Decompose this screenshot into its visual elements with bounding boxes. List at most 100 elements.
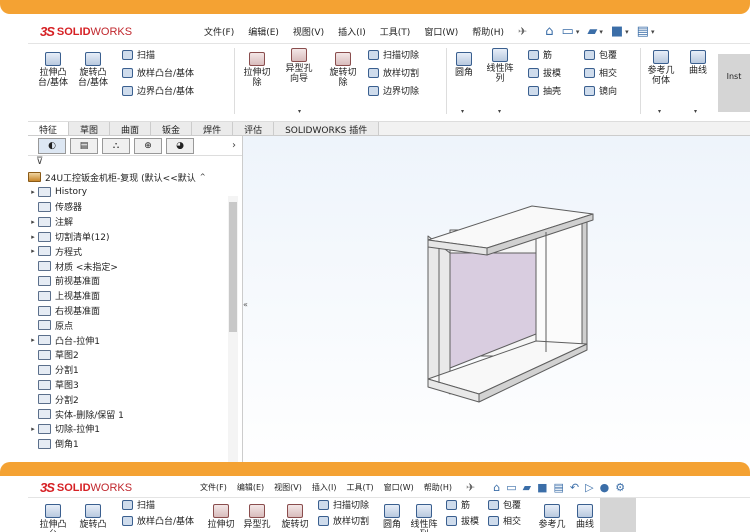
print-icon[interactable]: ▤ (637, 24, 649, 39)
tree-scrollbar[interactable] (228, 196, 238, 471)
new-document-icon[interactable]: ▭ (562, 24, 574, 39)
lofted-cut-button[interactable]: 放样切割 (368, 66, 419, 79)
instant3d-button[interactable]: Inst (718, 54, 750, 112)
revolve-boss-button[interactable]: 旋转凸台/基体 (76, 52, 110, 88)
chevron-down-icon[interactable]: ▾ (599, 28, 603, 36)
tree-item[interactable]: 右视基准面 (28, 303, 242, 318)
graphics-viewport[interactable]: « (243, 136, 750, 471)
filter-icon[interactable]: ⊽ (28, 156, 242, 170)
tab-addins[interactable]: SOLIDWORKS 插件 (274, 122, 380, 136)
loft-button[interactable]: 放样凸台/基体 (122, 66, 194, 79)
intersect-button[interactable]: 相交 (488, 514, 521, 527)
menu-help[interactable]: 帮助(H) (424, 482, 452, 493)
intersect-button[interactable]: 相交 (584, 66, 617, 79)
expand-arrow-icon[interactable]: ▸ (28, 218, 38, 226)
chevron-down-icon[interactable]: ▾ (658, 108, 661, 115)
menu-view[interactable]: 视图(V) (274, 482, 302, 493)
tree-item[interactable]: 前视基准面 (28, 274, 242, 289)
boundary-cut-button[interactable]: 边界切除 (368, 84, 419, 97)
tree-item[interactable]: 分割1 (28, 362, 242, 377)
swept-cut-button[interactable]: 扫描切除 (368, 48, 419, 61)
tree-item[interactable]: 草图2 (28, 348, 242, 363)
fillet-button[interactable]: 圆角 (378, 504, 406, 530)
menu-tools[interactable]: 工具(T) (346, 482, 373, 493)
chevron-down-icon[interactable]: ▾ (625, 28, 629, 36)
reference-geometry-button[interactable]: 参考几 (536, 504, 568, 530)
property-manager-icon[interactable]: ▤ (70, 137, 98, 154)
tab-evaluate[interactable]: 评估 (233, 122, 275, 136)
expand-arrow-icon[interactable]: ▸ (28, 233, 38, 241)
tab-sketch[interactable]: 草图 (69, 122, 111, 136)
wrap-button[interactable]: 包覆 (488, 498, 521, 511)
revolve-boss-button[interactable]: 旋转凸 (76, 504, 110, 530)
chevron-down-icon[interactable]: ▾ (461, 108, 464, 115)
wrap-button[interactable]: 包覆 (584, 48, 617, 61)
menu-file[interactable]: 文件(F) (204, 25, 234, 38)
revolve-cut-button[interactable]: 旋转切除 (326, 52, 360, 88)
tree-item[interactable]: 上视基准面 (28, 288, 242, 303)
rib-button[interactable]: 筋 (528, 48, 552, 61)
save-icon[interactable]: ■ (537, 481, 547, 494)
expand-arrow-icon[interactable]: ▸ (28, 336, 38, 344)
save-icon[interactable]: ■ (611, 24, 623, 39)
hole-wizard-button[interactable]: 异型孔 (240, 504, 274, 530)
tree-item[interactable]: 草图3 (28, 377, 242, 392)
menu-window[interactable]: 窗口(W) (384, 482, 414, 493)
mirror-button[interactable]: 镜向 (584, 84, 617, 97)
reference-geometry-button[interactable]: 参考几何体 (644, 50, 678, 86)
chevron-down-icon[interactable]: ▾ (576, 28, 580, 36)
traffic-light-icon[interactable]: ● (600, 481, 610, 494)
menu-file[interactable]: 文件(F) (200, 482, 227, 493)
draft-button[interactable]: 拔模 (446, 514, 479, 527)
tree-root[interactable]: 24U工控钣金机柜-复现 (默认<<默认 ^ (28, 170, 242, 185)
chevron-down-icon[interactable]: ▾ (298, 108, 301, 115)
swept-cut-button[interactable]: 扫描切除 (318, 498, 369, 511)
shell-button[interactable]: 抽壳 (528, 84, 561, 97)
tab-weldments[interactable]: 焊件 (192, 122, 234, 136)
feature-manager-tree-icon[interactable]: ◐ (38, 137, 66, 154)
open-folder-icon[interactable]: ▰ (587, 24, 597, 39)
lofted-cut-button[interactable]: 放样切割 (318, 514, 369, 527)
sweep-button[interactable]: 扫描 (122, 48, 155, 61)
menu-window[interactable]: 窗口(W) (424, 25, 458, 38)
tree-item[interactable]: ▸ 切除-拉伸1 (28, 422, 242, 437)
tree-item[interactable]: 原点 (28, 318, 242, 333)
tree-item[interactable]: 传感器 (28, 200, 242, 215)
tree-item[interactable]: 倒角1 (28, 436, 242, 451)
expand-arrow-icon[interactable]: ▸ (28, 247, 38, 255)
revolve-cut-button[interactable]: 旋转切 (278, 504, 312, 530)
home-icon[interactable]: ⌂ (493, 481, 500, 494)
chevron-up-icon[interactable]: ^ (200, 173, 206, 181)
tab-sheet-metal[interactable]: 钣金 (151, 122, 193, 136)
expand-arrow-icon[interactable]: ▸ (28, 188, 38, 196)
draft-button[interactable]: 拔模 (528, 66, 561, 79)
loft-button[interactable]: 放样凸台/基体 (122, 514, 194, 527)
expand-arrow-icon[interactable]: ▸ (28, 425, 38, 433)
chevron-right-icon[interactable]: › (232, 140, 236, 151)
tab-surfaces[interactable]: 曲面 (110, 122, 152, 136)
display-manager-icon[interactable]: ◕ (166, 137, 194, 154)
tree-item[interactable]: ▸ 切割清单(12) (28, 229, 242, 244)
chevron-down-icon[interactable]: ▾ (651, 28, 655, 36)
boundary-boss-button[interactable]: 边界凸台/基体 (122, 84, 194, 97)
select-icon[interactable]: ▷ (585, 481, 593, 494)
menu-insert[interactable]: 插入(I) (312, 482, 337, 493)
extrude-cut-button[interactable]: 拉伸切除 (240, 52, 274, 88)
hole-wizard-button[interactable]: 异型孔向导 (282, 48, 316, 84)
tree-item[interactable]: 材质 <未指定> (28, 259, 242, 274)
tab-features[interactable]: 特征 (28, 122, 70, 136)
curves-button[interactable]: 曲线 (684, 50, 712, 76)
instant3d-button[interactable] (600, 498, 636, 532)
linear-pattern-button[interactable]: 线性阵列 (408, 504, 440, 532)
menu-edit[interactable]: 编辑(E) (237, 482, 264, 493)
undo-icon[interactable]: ↶ (570, 481, 579, 494)
sweep-button[interactable]: 扫描 (122, 498, 155, 511)
extrude-cut-button[interactable]: 拉伸切 (204, 504, 238, 530)
rib-button[interactable]: 筋 (446, 498, 470, 511)
dimxpert-manager-icon[interactable]: ⊕ (134, 137, 162, 154)
tree-scrollbar-thumb[interactable] (229, 202, 237, 332)
tree-item[interactable]: ▸ 注解 (28, 214, 242, 229)
pin-icon[interactable]: ✈ (518, 25, 527, 38)
configuration-manager-icon[interactable]: ⛬ (102, 137, 130, 154)
menu-help[interactable]: 帮助(H) (472, 25, 504, 38)
